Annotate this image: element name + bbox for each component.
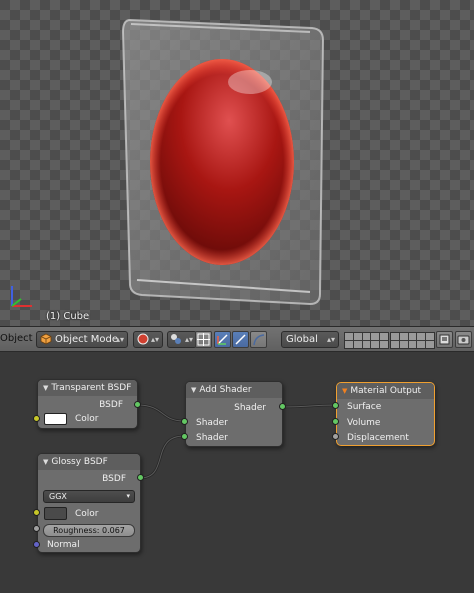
layers-grid-2[interactable]	[390, 332, 435, 349]
glossy-bsdf-output-socket[interactable]	[137, 474, 144, 481]
viewport-header: Object Object Mode ▴▾ ▴▾ ▴▾ Global ▴▾	[0, 326, 474, 352]
color-swatch[interactable]	[44, 413, 67, 425]
surface-label: Surface	[347, 402, 382, 412]
volume-label: Volume	[347, 418, 381, 428]
layers-grid-1[interactable]	[344, 332, 389, 349]
3d-viewport[interactable]: (1) Cube	[0, 0, 474, 326]
updown-arrows-icon: ▴▾	[115, 335, 124, 344]
distribution-dropdown[interactable]: GGX ▾	[43, 490, 135, 503]
scale-manipulator-button[interactable]	[250, 331, 267, 348]
collapse-triangle-icon[interactable]: ▼	[191, 386, 196, 394]
chevron-down-icon: ▾	[126, 492, 130, 500]
color-label: Color	[75, 414, 99, 424]
displacement-label: Displacement	[347, 433, 409, 443]
rotate-manipulator-button[interactable]	[232, 331, 249, 348]
node-header[interactable]: ▼ Add Shader	[186, 382, 282, 398]
render-icon	[457, 335, 470, 345]
collapse-triangle-icon[interactable]: ▼	[43, 384, 48, 392]
node-title: Transparent BSDF	[51, 383, 132, 393]
surface-input-socket[interactable]	[332, 402, 339, 409]
node-title: Material Output	[350, 386, 422, 396]
pivot-dropdown[interactable]: ▴▾	[167, 331, 197, 348]
add-shader-node[interactable]: ▼ Add Shader Shader Shader Shader	[185, 381, 283, 447]
material-sphere-icon	[137, 333, 149, 345]
render-preview-button[interactable]	[455, 331, 472, 348]
mode-dropdown-label: Object Mode	[55, 334, 118, 345]
manipulator-icon	[197, 333, 210, 346]
color-label: Color	[75, 509, 99, 519]
curve-icon	[253, 334, 265, 346]
orientation-dropdown[interactable]: Global ▴▾	[281, 331, 339, 348]
transparent-color-input-socket[interactable]	[33, 415, 40, 422]
roughness-slider[interactable]: Roughness: 0.067	[43, 524, 135, 537]
glossy-color-input-socket[interactable]	[33, 509, 40, 516]
normal-label: Normal	[47, 540, 80, 550]
updown-arrows-icon: ▴▾	[150, 335, 159, 344]
collapse-triangle-icon[interactable]: ▼	[43, 458, 48, 466]
node-title: Add Shader	[199, 385, 252, 395]
glass-cube-render[interactable]	[0, 0, 474, 326]
color-swatch[interactable]	[44, 507, 67, 520]
node-header[interactable]: ▼ Material Output	[337, 383, 434, 399]
input-label: Shader	[196, 418, 228, 428]
input-label: Shader	[196, 433, 228, 443]
node-header[interactable]: ▼ Transparent BSDF	[38, 380, 137, 396]
rotate-icon	[235, 334, 246, 345]
distribution-value: GGX	[49, 492, 67, 501]
material-output-node[interactable]: ▼ Material Output Surface Volume Displace…	[336, 382, 435, 446]
glossy-bsdf-node[interactable]: ▼ Glossy BSDF BSDF GGX ▾ Color Roughness:…	[37, 453, 141, 553]
output-label: BSDF	[102, 474, 126, 484]
layer-lock-icon	[439, 334, 450, 345]
displacement-input-socket[interactable]	[332, 433, 339, 440]
active-object-label: (1) Cube	[46, 311, 90, 322]
manipulator-toggle-button[interactable]	[195, 331, 212, 348]
mode-dropdown[interactable]: Object Mode ▴▾	[36, 331, 128, 348]
add-shader-input-1-socket[interactable]	[181, 418, 188, 425]
object-menu[interactable]: Object	[0, 333, 33, 344]
add-shader-output-socket[interactable]	[279, 403, 286, 410]
node-header[interactable]: ▼ Glossy BSDF	[38, 454, 140, 470]
orientation-dropdown-label: Global	[286, 334, 318, 345]
cube-mode-icon	[40, 333, 52, 345]
transparent-bsdf-node[interactable]: ▼ Transparent BSDF BSDF Color	[37, 379, 138, 429]
axis-gizmo-icon	[11, 286, 32, 307]
updown-arrows-icon: ▴▾	[184, 335, 193, 344]
roughness-input-socket[interactable]	[33, 525, 40, 532]
translate-arrow-icon	[217, 334, 228, 345]
node-title: Glossy BSDF	[51, 457, 108, 467]
node-editor[interactable]: ▼ Transparent BSDF BSDF Color ▼ Glossy BSD…	[0, 352, 474, 593]
transparent-bsdf-output-socket[interactable]	[134, 401, 141, 408]
volume-input-socket[interactable]	[332, 418, 339, 425]
output-label: BSDF	[99, 400, 123, 410]
lock-camera-button[interactable]	[436, 331, 453, 348]
output-label: Shader	[234, 403, 266, 413]
normal-input-socket[interactable]	[33, 541, 40, 548]
collapse-triangle-icon[interactable]: ▼	[342, 387, 347, 395]
viewport-shading-dropdown[interactable]: ▴▾	[133, 331, 163, 348]
add-shader-input-2-socket[interactable]	[181, 433, 188, 440]
translate-manipulator-button[interactable]	[214, 331, 231, 348]
updown-arrows-icon: ▴▾	[326, 335, 335, 344]
pivot-point-icon	[171, 334, 181, 344]
